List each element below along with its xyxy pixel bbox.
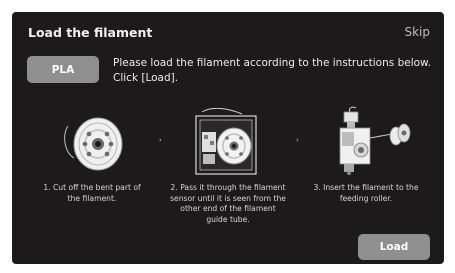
filament-spool-icon [64, 117, 123, 171]
step-arrow-icon: › [159, 136, 162, 144]
step-1-caption-line: the filament. [67, 193, 117, 203]
instructions: Please load the filament according to th… [113, 56, 438, 86]
step-3-caption-line: feeding roller. [339, 193, 393, 203]
extruder-feeding-roller-icon [339, 106, 411, 175]
load-filament-screen: Load the filament Skip PLA Please load t… [12, 12, 444, 264]
step-3-caption-line: 3. Insert the filament to the [313, 183, 419, 192]
step-1-caption: 1. Cut off the bent part of the filament… [26, 183, 158, 204]
step-3-caption: 3. Insert the filament to the feeding ro… [300, 183, 432, 204]
step-2-caption-line: other end of the filament [180, 204, 276, 213]
step-1-caption-line: 1. Cut off the bent part of [43, 183, 141, 192]
step-arrow-icon: › [296, 136, 299, 144]
step-2-caption-line: guide tube. [206, 214, 250, 224]
instruction-line-1: Please load the filament according to th… [113, 57, 431, 69]
step-2-caption-line: 2. Pass it through the filament [170, 183, 286, 192]
filament-type-button[interactable]: PLA [27, 56, 99, 83]
instruction-line-2: Click [Load]. [113, 72, 179, 84]
page-title: Load the filament [28, 25, 153, 40]
load-button[interactable]: Load [358, 234, 430, 260]
skip-button[interactable]: Skip [404, 25, 430, 39]
step-2-caption-line: sensor until it is seen from the [170, 193, 286, 203]
printer-filament-sensor-icon [195, 108, 257, 175]
step-2-caption: 2. Pass it through the filament sensor u… [162, 183, 294, 225]
